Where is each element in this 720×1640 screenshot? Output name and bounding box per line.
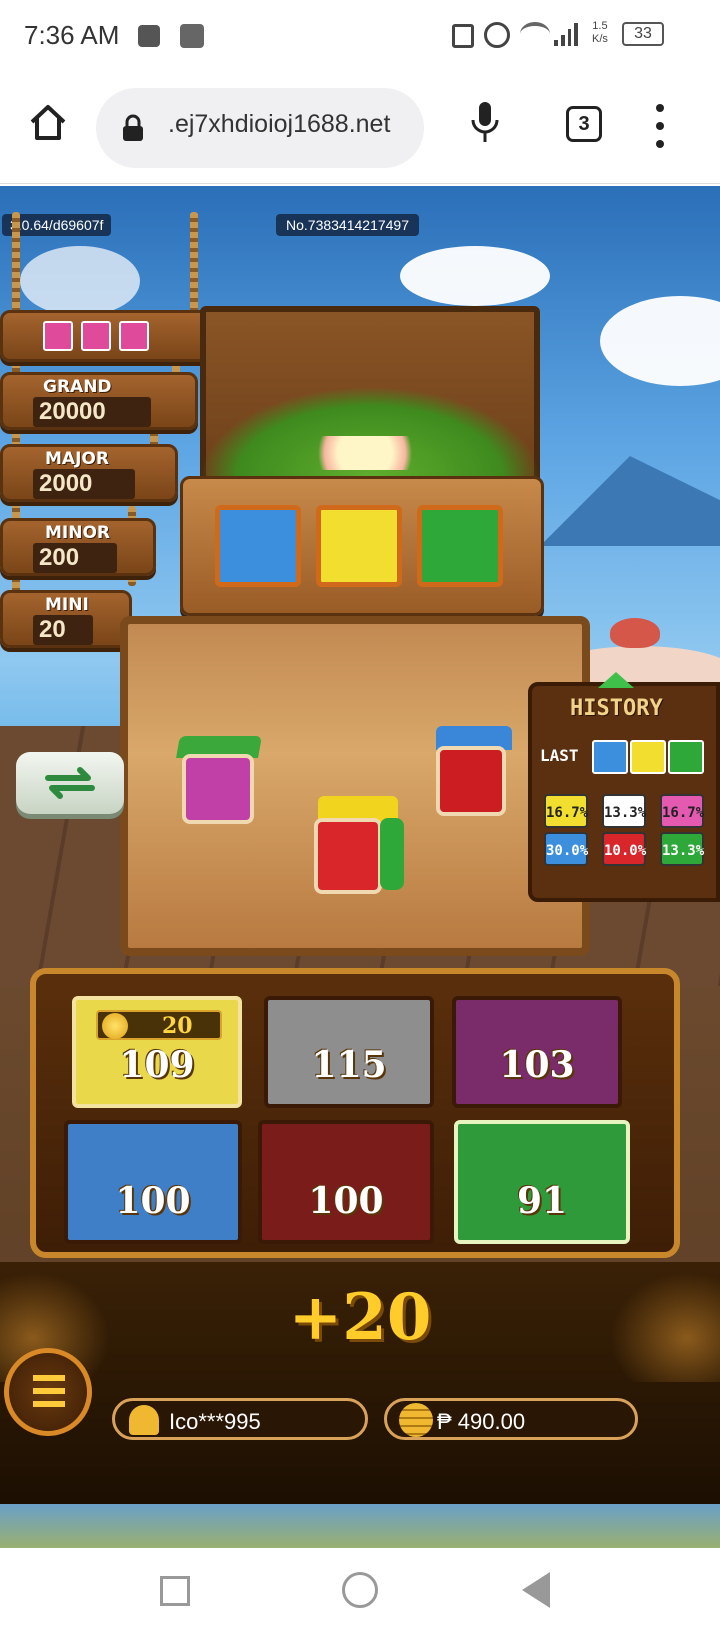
- app-icon: [180, 24, 204, 48]
- tab-count: 3: [578, 113, 590, 135]
- message-icon: [138, 25, 160, 47]
- jackpot-major: MAJOR 2000: [0, 444, 178, 502]
- page-background-strip: [0, 1504, 720, 1548]
- swap-arrows-icon: [45, 767, 95, 799]
- signal-icon: [554, 22, 578, 46]
- user-icon: [129, 1405, 159, 1435]
- address-bar[interactable]: .ej7xhdioioj1688.net: [96, 88, 424, 168]
- result-color-2: [316, 505, 402, 587]
- more-menu-icon[interactable]: [654, 104, 666, 148]
- jackpot-label: MINOR: [45, 523, 111, 543]
- android-nav-bar: [0, 1548, 720, 1640]
- cloud: [20, 246, 140, 316]
- history-last-label: LAST: [540, 746, 579, 765]
- status-time: 7:36 AM: [24, 20, 120, 50]
- bet-total: 103: [499, 1044, 575, 1086]
- jackpot-dots-sign: [0, 310, 216, 362]
- jackpot-label: MAJOR: [45, 449, 109, 469]
- jackpot-dot: [119, 321, 149, 351]
- round-number: No.7383414217497: [276, 214, 420, 236]
- bet-cell-yellow[interactable]: 20 109: [72, 996, 242, 1108]
- chip-badge: 20: [96, 1010, 222, 1040]
- bet-total: 115: [311, 1044, 387, 1086]
- tab-switcher-button[interactable]: 3: [566, 106, 602, 142]
- balance-pill: ₱ 490.00: [384, 1398, 638, 1440]
- home-icon[interactable]: [28, 102, 68, 142]
- history-percent: 30.0%: [544, 832, 588, 866]
- refresh-button[interactable]: [16, 752, 124, 814]
- bet-cell-green[interactable]: 91: [454, 1120, 630, 1244]
- browser-toolbar: .ej7xhdioioj1688.net 3: [0, 72, 720, 184]
- player-name: Ico***995: [169, 1409, 261, 1434]
- history-percent: 10.0%: [602, 832, 646, 866]
- bet-cell-red[interactable]: 100: [258, 1120, 434, 1244]
- battery-icon: 33: [622, 22, 664, 46]
- bet-board: 20 109 115 103 100 100 91: [30, 968, 680, 1258]
- die-red-yellow-top: [310, 796, 410, 896]
- history-percent-grid: 16.7% 13.3% 16.7% 30.0% 10.0% 13.3%: [544, 794, 716, 866]
- rope: [190, 212, 198, 312]
- menu-button[interactable]: [4, 1348, 92, 1436]
- bet-cell-gray[interactable]: 115: [264, 996, 434, 1108]
- jackpot-label: GRAND: [43, 377, 112, 397]
- jackpot-value: 200: [33, 543, 117, 573]
- cloud: [600, 296, 720, 386]
- history-percent: 16.7%: [660, 794, 704, 828]
- history-percent: 13.3%: [660, 832, 704, 866]
- balance-value: ₱ 490.00: [437, 1409, 526, 1434]
- status-bar: 7:36 AM 1.5 K/s 33: [0, 0, 720, 72]
- die-magenta: [176, 736, 262, 828]
- url-text: .ej7xhdioioj1688.net: [168, 110, 391, 138]
- history-last-color: [630, 740, 666, 774]
- player-pill: Ico***995: [112, 1398, 368, 1440]
- history-panel: HISTORY LAST 16.7% 13.3% 16.7% 30.0% 10.…: [528, 672, 720, 902]
- wifi-icon: [520, 22, 550, 46]
- history-up-arrow-icon[interactable]: [598, 672, 634, 688]
- jackpot-minor: MINOR 200: [0, 518, 156, 576]
- home-button[interactable]: [342, 1572, 378, 1608]
- coins-icon: [399, 1403, 433, 1437]
- distant-mountain: [540, 456, 720, 546]
- jackpot-dot: [81, 321, 111, 351]
- flower-decoration: [300, 436, 430, 470]
- bet-cell-purple[interactable]: 103: [452, 996, 622, 1108]
- bet-cell-blue[interactable]: 100: [64, 1120, 242, 1244]
- result-color-1: [215, 505, 301, 587]
- cloud: [400, 246, 550, 306]
- back-button[interactable]: [522, 1572, 550, 1608]
- lock-icon: [122, 114, 144, 142]
- bet-total: 91: [516, 1180, 568, 1222]
- battery-level: 33: [634, 25, 652, 42]
- history-last-color: [668, 740, 704, 774]
- alarm-icon: [484, 22, 510, 48]
- jackpot-grand: GRAND 20000: [0, 372, 198, 430]
- coin-icon: [102, 1013, 128, 1039]
- jackpot-value: 2000: [33, 469, 135, 499]
- jackpot-dot: [43, 321, 73, 351]
- history-title: HISTORY: [570, 696, 663, 721]
- history-percent: 13.3%: [602, 794, 646, 828]
- jackpot-label: MINI: [45, 595, 89, 615]
- net-speed: 1.5 K/s: [592, 20, 608, 45]
- game-canvas: 3.0.64/d69607f No.7383414217497 GRAND 20…: [0, 186, 720, 1504]
- history-percent: 16.7%: [544, 794, 588, 828]
- mic-icon[interactable]: [470, 100, 500, 146]
- jackpot-value: 20: [33, 615, 93, 645]
- chip-value: 20: [162, 1013, 193, 1039]
- win-amount: +20: [288, 1280, 432, 1355]
- jackpot-value: 20000: [33, 397, 151, 427]
- result-panel: [180, 476, 544, 616]
- jackpot-mini: MINI 20: [0, 590, 132, 648]
- bet-total: 109: [119, 1044, 195, 1086]
- bottom-panel: +20 Ico***995 ₱ 490.00: [0, 1262, 720, 1504]
- crab-icon: [610, 618, 660, 648]
- history-last-color: [592, 740, 628, 774]
- bet-total: 100: [115, 1180, 191, 1222]
- bet-total: 100: [308, 1180, 384, 1222]
- vibrate-icon: [452, 24, 474, 48]
- die-red-blue-top: [432, 726, 512, 818]
- recents-button[interactable]: [160, 1576, 190, 1606]
- result-color-3: [417, 505, 503, 587]
